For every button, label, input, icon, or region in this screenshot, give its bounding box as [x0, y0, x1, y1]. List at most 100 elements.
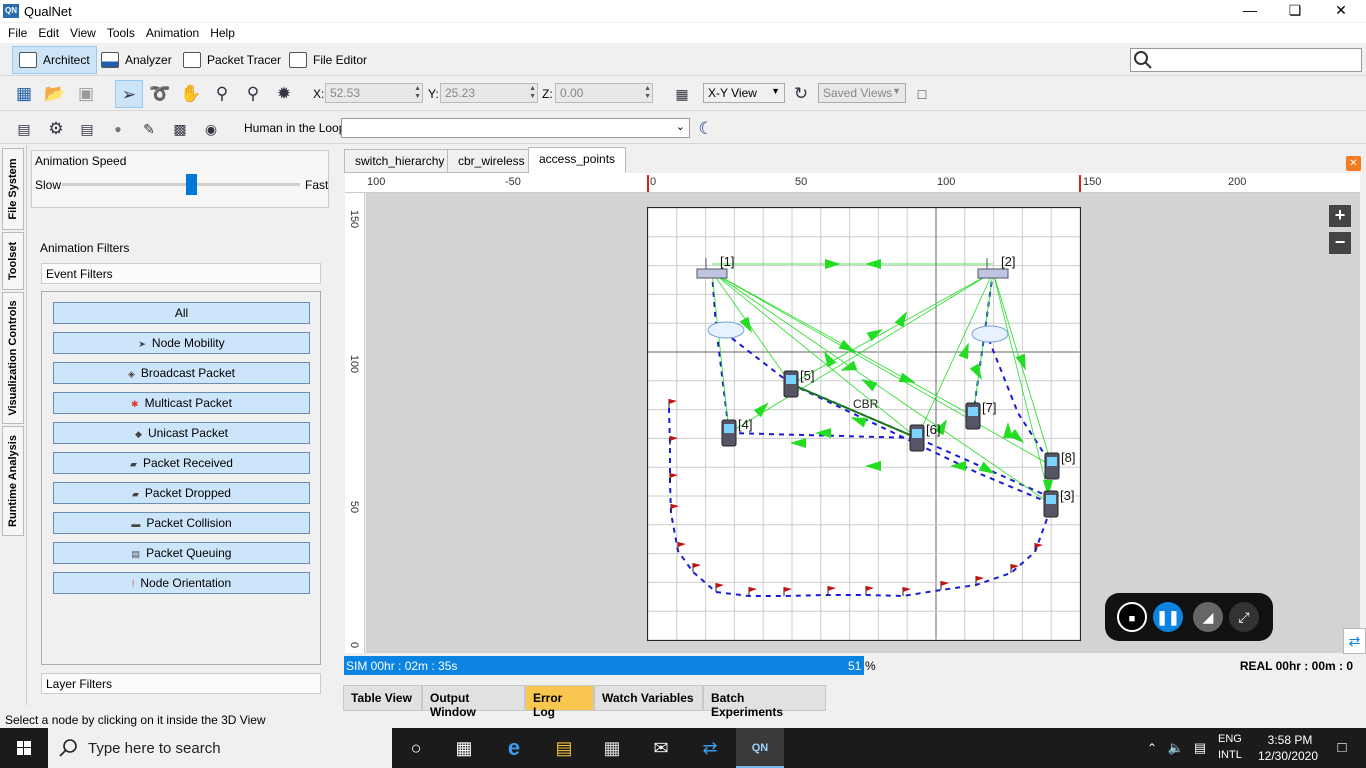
- stats-icon[interactable]: ▩: [166, 115, 194, 143]
- filter-packet-dropped-button[interactable]: ▰ Packet Dropped: [53, 482, 310, 504]
- zoom-icon[interactable]: ⚲: [208, 80, 236, 108]
- filter-packet-queuing-button[interactable]: ▤ Packet Queuing: [53, 542, 310, 564]
- speed-slider-thumb[interactable]: [185, 174, 197, 195]
- scenario-properties-icon[interactable]: ▤: [10, 115, 38, 143]
- network-scene[interactable]: CBR [1] [2] [3] [4] [5] [6] [7] [8]: [647, 207, 1081, 641]
- zoom-out-button[interactable]: −: [1329, 232, 1351, 254]
- hitl-command-input[interactable]: ⌄: [341, 118, 690, 138]
- reset-view-icon[interactable]: ↻: [787, 80, 815, 108]
- grid-settings-icon[interactable]: ▦: [668, 80, 696, 108]
- speed-slider-track[interactable]: [62, 183, 300, 186]
- global-search-input[interactable]: [1130, 48, 1362, 72]
- filter-multicast-packet-button[interactable]: ✱ Multicast Packet: [53, 392, 310, 414]
- x-spin-icon[interactable]: ▲ ▼: [414, 85, 421, 101]
- input-language[interactable]: ENG: [1218, 733, 1242, 745]
- tools-icon[interactable]: ◉: [197, 115, 225, 143]
- menu-animation[interactable]: Animation: [144, 23, 208, 43]
- store-icon[interactable]: ▦: [588, 728, 636, 768]
- tab-switch-hierarchy[interactable]: switch_hierarchy: [344, 149, 456, 173]
- tab-error-log[interactable]: Error Log: [525, 685, 594, 719]
- taskbar-search[interactable]: Type here to search: [48, 728, 392, 768]
- edit-icon[interactable]: ✎: [135, 115, 163, 143]
- filter-packet-collision-button[interactable]: ▬ Packet Collision: [53, 512, 310, 534]
- select-pointer-icon[interactable]: ➢: [115, 80, 143, 108]
- tab-output-window[interactable]: Output Window: [422, 685, 525, 719]
- keyboard-layout[interactable]: INTL: [1218, 749, 1242, 761]
- lasso-icon[interactable]: ➰: [146, 80, 174, 108]
- filter-packet-received-button[interactable]: ▰ Packet Received: [53, 452, 310, 474]
- tab-file-system[interactable]: File System: [2, 148, 24, 230]
- tab-table-view[interactable]: Table View: [343, 685, 422, 711]
- scenario-terrain[interactable]: CBR [1] [2] [3] [4] [5] [6] [7] [8]: [647, 207, 1081, 641]
- minimize-button[interactable]: —: [1227, 0, 1273, 22]
- step-button[interactable]: ◢: [1193, 602, 1223, 632]
- pan-hand-icon[interactable]: ✋: [177, 80, 205, 108]
- tab-access-points[interactable]: access_points: [528, 147, 627, 174]
- save-view-icon[interactable]: □: [908, 80, 936, 108]
- x-coord-value: 52.53: [330, 86, 361, 100]
- zoom-in-button[interactable]: +: [1329, 205, 1351, 227]
- z-coord-input[interactable]: 0.00 ▲ ▼: [555, 83, 653, 103]
- tab-runtime-analysis[interactable]: Runtime Analysis: [2, 426, 24, 536]
- file-explorer-icon[interactable]: ▤: [540, 728, 588, 768]
- y-coord-input[interactable]: 25.23 ▲ ▼: [440, 83, 538, 103]
- zoom-fit-icon[interactable]: ⚲: [239, 80, 267, 108]
- settings-gear-icon[interactable]: ⚙: [42, 115, 70, 143]
- layer-filters-header[interactable]: Layer Filters: [41, 673, 321, 694]
- new-scenario-icon[interactable]: ▦: [10, 80, 38, 108]
- notifications-icon[interactable]: □: [1318, 728, 1366, 768]
- tray-chevron-icon[interactable]: ⌃: [1140, 728, 1164, 768]
- fullscreen-button[interactable]: ⤢: [1229, 602, 1259, 632]
- file-editor-mode-button[interactable]: File Editor: [283, 46, 373, 74]
- open-folder-icon[interactable]: 📂: [41, 80, 69, 108]
- packet-tracer-mode-button[interactable]: Packet Tracer: [177, 46, 287, 74]
- clock-time[interactable]: 3:58 PM: [1260, 733, 1320, 747]
- maximize-button[interactable]: ❏: [1272, 0, 1318, 22]
- qualnet-taskbar-icon[interactable]: QN: [736, 728, 784, 768]
- filter-node-mobility-button[interactable]: ➤ Node Mobility: [53, 332, 310, 354]
- rotate-view-icon[interactable]: ✹: [270, 80, 298, 108]
- teamviewer-icon[interactable]: ⇄: [686, 728, 734, 768]
- analyzer-mode-button[interactable]: Analyzer: [95, 46, 178, 74]
- 3d-view-canvas[interactable]: CBR [1] [2] [3] [4] [5] [6] [7] [8]: [366, 193, 1360, 653]
- y-spin-icon[interactable]: ▲ ▼: [529, 85, 536, 101]
- record-clapper-icon[interactable]: ▤: [73, 115, 101, 143]
- tab-visualization-controls[interactable]: Visualization Controls: [2, 292, 24, 424]
- menu-tools[interactable]: Tools: [105, 23, 144, 43]
- clock-date[interactable]: 12/30/2020: [1252, 749, 1324, 763]
- mail-icon[interactable]: ✉: [637, 728, 685, 768]
- send-command-icon[interactable]: ☾: [692, 115, 720, 143]
- menu-view[interactable]: View: [68, 23, 105, 43]
- tab-cbr-wireless[interactable]: cbr_wireless: [447, 149, 536, 173]
- network-icon[interactable]: ▤: [1188, 728, 1212, 768]
- teamviewer-side-icon[interactable]: ⇄: [1343, 628, 1366, 654]
- filter-broadcast-packet-button[interactable]: ◈ Broadcast Packet: [53, 362, 310, 384]
- architect-mode-button[interactable]: Architect: [12, 46, 97, 74]
- filter-node-orientation-button[interactable]: ! Node Orientation: [53, 572, 310, 594]
- pause-button[interactable]: ❚❚: [1153, 602, 1183, 632]
- menu-file[interactable]: File: [6, 23, 36, 43]
- start-button[interactable]: [0, 728, 48, 768]
- saved-views-select[interactable]: Saved Views ▼: [818, 83, 906, 103]
- tab-watch-variables[interactable]: Watch Variables: [594, 685, 703, 711]
- windows-logo-icon: [17, 741, 31, 755]
- cortana-icon[interactable]: ○: [392, 728, 440, 768]
- menu-edit[interactable]: Edit: [36, 23, 68, 43]
- volume-icon[interactable]: 🔈: [1164, 728, 1188, 768]
- filter-all-button[interactable]: All: [53, 302, 310, 324]
- event-filters-header[interactable]: Event Filters: [41, 263, 321, 284]
- close-window-button[interactable]: ✕: [1318, 0, 1364, 22]
- record-icon[interactable]: ●: [104, 115, 132, 143]
- tab-toolset[interactable]: Toolset: [2, 232, 24, 290]
- z-spin-icon[interactable]: ▲ ▼: [644, 85, 651, 101]
- close-scenario-icon[interactable]: ✕: [1346, 156, 1361, 171]
- task-view-icon[interactable]: ▦: [440, 728, 488, 768]
- edge-browser-icon[interactable]: e: [490, 728, 538, 768]
- save-icon[interactable]: ▣: [72, 80, 100, 108]
- x-coord-input[interactable]: 52.53 ▲ ▼: [325, 83, 423, 103]
- stop-button[interactable]: ■: [1117, 602, 1147, 632]
- menu-help[interactable]: Help: [208, 23, 244, 43]
- view-select[interactable]: X-Y View ▼: [703, 83, 785, 103]
- tab-batch-experiments[interactable]: Batch Experiments: [703, 685, 826, 719]
- filter-unicast-packet-button[interactable]: ◆ Unicast Packet: [53, 422, 310, 444]
